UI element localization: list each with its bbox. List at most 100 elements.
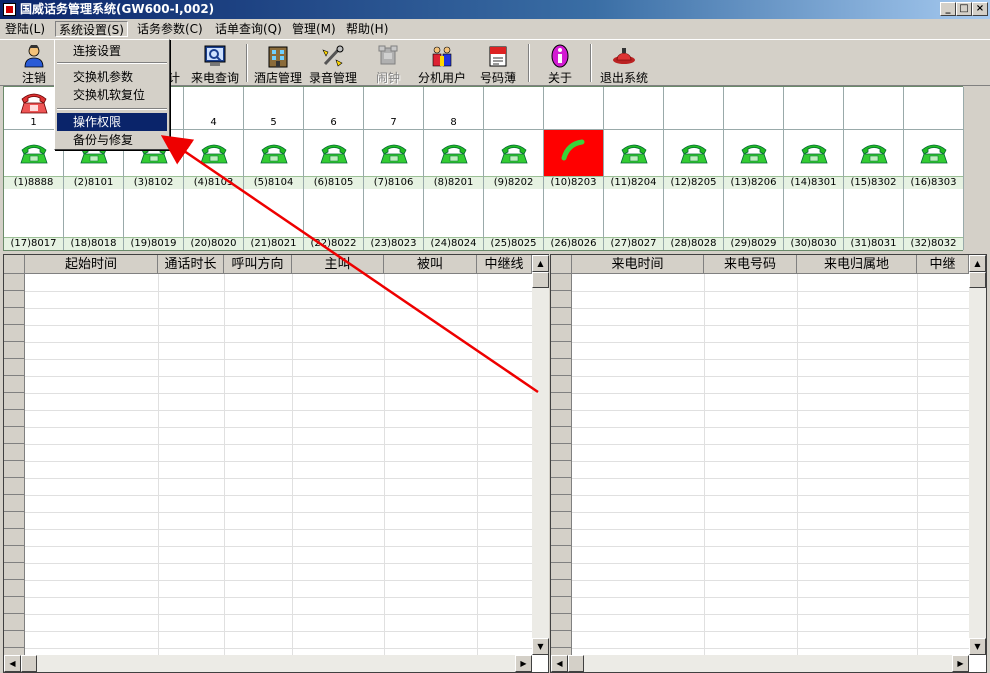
trunk-cell[interactable] [664,87,724,130]
extension-cell[interactable]: (14)8301 [784,130,844,189]
phone-icon [618,138,650,164]
menu-login[interactable]: 登陆(L) [2,21,48,37]
menu-system-settings[interactable]: 系统设置(S) [55,21,128,37]
extension-label: (7)8106 [364,176,423,189]
trunk-cell[interactable] [484,87,544,130]
phone-icon [198,138,230,164]
extension-label: (12)8205 [664,176,723,189]
extension-cell[interactable]: (7)8106 [364,130,424,189]
scroll-down-button[interactable]: ▼ [969,638,986,655]
col-trunk[interactable]: 中继线 [477,255,532,274]
toolbar-phonebook-button[interactable]: 号码薄 [474,42,522,86]
trunk-cell[interactable]: 8 [424,87,484,130]
extension-cell[interactable]: (17)8017 [4,189,64,250]
extension-cell[interactable]: (27)8027 [604,189,664,250]
col-incoming-time[interactable]: 来电时间 [572,255,704,274]
scroll-up-button[interactable]: ▲ [969,255,986,272]
extension-cell[interactable]: (13)8206 [724,130,784,189]
trunk-cell[interactable] [544,87,604,130]
menu-item-connection-settings[interactable]: 连接设置 [57,42,167,60]
phone-icon [18,138,50,164]
maximize-button[interactable]: □ [956,2,972,16]
trunk-cell[interactable] [784,87,844,130]
extension-cell[interactable]: (4)8103 [184,130,244,189]
menu-bill-query[interactable]: 话单查询(Q) [212,21,285,37]
vertical-scrollbar[interactable]: ▲ ▼ [532,255,549,655]
col-incoming-trunk[interactable]: 中继 [917,255,969,274]
extension-cell[interactable]: (25)8025 [484,189,544,250]
extension-cell[interactable]: (5)8104 [244,130,304,189]
menu-item-backup-restore[interactable]: 备份与修复 [57,131,167,149]
toolbar-hotel-button[interactable]: 酒店管理 [252,42,304,86]
toolbar-incoming-query-button[interactable]: 来电查询 [188,42,242,86]
menu-item-switch-params[interactable]: 交换机参数 [57,68,167,86]
close-button[interactable]: × [972,2,988,16]
extension-cell[interactable]: (16)8303 [904,130,964,189]
trunk-cell[interactable]: 6 [304,87,364,130]
scroll-down-button[interactable]: ▼ [532,638,549,655]
extension-cell[interactable]: (18)8018 [64,189,124,250]
call-records-table: 起始时间 通话时长 呼叫方向 主叫 被叫 中继线 ▲ ▼ ◀ ▶ [3,254,549,673]
hscroll-thumb[interactable] [21,655,37,672]
horizontal-scrollbar[interactable]: ◀ ▶ [551,655,969,672]
toolbar-logout-button[interactable]: 注销 [12,42,56,86]
toolbar-about-button[interactable]: 关于 [536,42,584,86]
scroll-left-button[interactable]: ◀ [551,655,568,672]
extension-cell[interactable]: (30)8030 [784,189,844,250]
col-direction[interactable]: 呼叫方向 [224,255,292,274]
col-caller[interactable]: 主叫 [292,255,384,274]
col-callee[interactable]: 被叫 [384,255,477,274]
trunk-cell[interactable]: 5 [244,87,304,130]
extension-cell[interactable]: (24)8024 [424,189,484,250]
scroll-thumb[interactable] [532,272,549,288]
toolbar-exit-button[interactable]: 退出系统 [596,42,652,86]
col-incoming-number[interactable]: 来电号码 [704,255,797,274]
toolbar-alarm-button[interactable]: 闹钟 [364,42,412,86]
trunk-cell[interactable] [724,87,784,130]
menu-item-switch-soft-reset[interactable]: 交换机软复位 [57,86,167,104]
extension-cell[interactable]: (23)8023 [364,189,424,250]
minimize-button[interactable]: _ [940,2,956,16]
extension-cell[interactable]: (12)8205 [664,130,724,189]
vertical-scrollbar[interactable]: ▲ ▼ [969,255,986,655]
col-incoming-location[interactable]: 来电归属地 [797,255,917,274]
extension-label: (16)8303 [904,176,963,189]
extension-cell[interactable]: (20)8020 [184,189,244,250]
hotel-icon [268,46,288,68]
extension-cell[interactable]: (15)8302 [844,130,904,189]
extension-cell[interactable]: (26)8026 [544,189,604,250]
menu-manage[interactable]: 管理(M) [289,21,339,37]
trunk-cell[interactable]: 7 [364,87,424,130]
extension-cell[interactable]: (31)8031 [844,189,904,250]
toolbar-record-button[interactable]: 录音管理 [306,42,360,86]
toolbar-ext-users-button[interactable]: 分机用户 [414,42,470,86]
extension-cell[interactable]: (6)8105 [304,130,364,189]
trunk-cell[interactable] [604,87,664,130]
extension-cell[interactable]: (19)8019 [124,189,184,250]
extension-cell[interactable]: (9)8202 [484,130,544,189]
extension-cell[interactable]: (21)8021 [244,189,304,250]
scroll-up-button[interactable]: ▲ [532,255,549,272]
extension-cell[interactable]: (28)8028 [664,189,724,250]
col-start-time[interactable]: 起始时间 [25,255,158,274]
menu-traffic-params[interactable]: 话务参数(C) [134,21,206,37]
extension-cell[interactable]: (32)8032 [904,189,964,250]
trunk-cell[interactable]: 4 [184,87,244,130]
extension-cell[interactable]: (8)8201 [424,130,484,189]
menu-help[interactable]: 帮助(H) [343,21,391,37]
extension-cell[interactable]: (10)8203 [544,130,604,189]
scroll-right-button[interactable]: ▶ [515,655,532,672]
col-duration[interactable]: 通话时长 [158,255,224,274]
extension-label: (30)8030 [784,237,843,250]
trunk-cell[interactable] [904,87,964,130]
scroll-left-button[interactable]: ◀ [4,655,21,672]
extension-cell[interactable]: (29)8029 [724,189,784,250]
horizontal-scrollbar[interactable]: ◀ ▶ [4,655,532,672]
extension-cell[interactable]: (22)8022 [304,189,364,250]
scroll-thumb[interactable] [969,272,986,288]
trunk-cell[interactable] [844,87,904,130]
scroll-right-button[interactable]: ▶ [952,655,969,672]
menu-item-operation-permissions[interactable]: 操作权限 [57,113,167,131]
extension-cell[interactable]: (11)8204 [604,130,664,189]
hscroll-thumb[interactable] [568,655,584,672]
